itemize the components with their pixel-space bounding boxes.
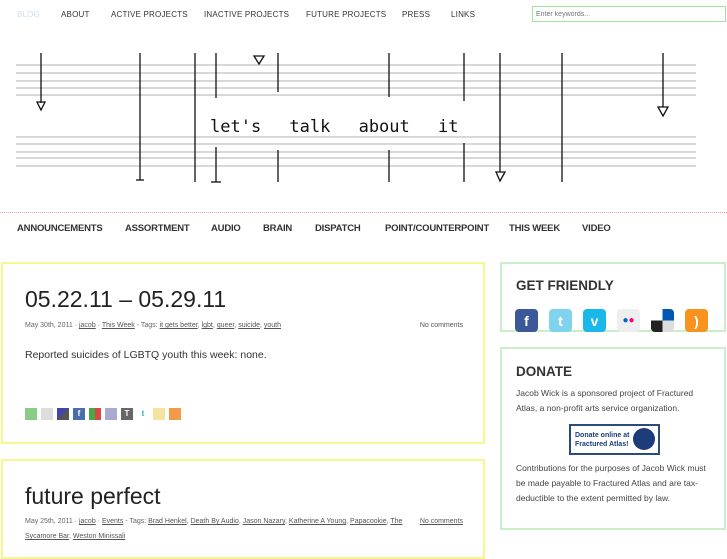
delicious-icon[interactable] <box>57 408 69 420</box>
divider <box>0 212 727 213</box>
comments-link[interactable]: No comments <box>420 322 463 329</box>
tag-link[interactable]: queer <box>217 322 235 329</box>
tags-label: Tags: <box>140 322 158 329</box>
post-body: Reported suicides of LGBTQ youth this we… <box>25 349 267 361</box>
twitter-icon[interactable]: t <box>549 309 572 332</box>
nav-about[interactable]: ABOUT <box>61 10 90 19</box>
fractured-atlas-logo <box>633 428 655 450</box>
nav-press[interactable]: PRESS <box>402 10 430 19</box>
tumblr-icon[interactable]: T <box>121 408 133 420</box>
facebook-icon[interactable]: f <box>515 309 538 332</box>
category-video[interactable]: VIDEO <box>582 223 611 234</box>
post-date: May 30th, 2011 <box>25 322 73 329</box>
rss-icon[interactable] <box>169 408 181 420</box>
category-audio[interactable]: AUDIO <box>211 223 241 234</box>
donate-button-line1: Donate online at <box>575 431 630 439</box>
vimeo-icon[interactable]: v <box>583 309 606 332</box>
author-link[interactable]: jacob <box>79 518 96 525</box>
post: future perfect May 25th, 2011 · jacob · … <box>1 459 485 559</box>
facebook-icon[interactable]: f <box>73 408 85 420</box>
category-announcements[interactable]: ANNOUNCEMENTS <box>17 223 103 234</box>
flickr-icon[interactable]: ● ● <box>617 309 640 332</box>
banner-text: let's talk about it <box>210 117 458 137</box>
tag-link[interactable]: Weston Minissali <box>73 533 125 540</box>
google-icon[interactable] <box>89 408 101 420</box>
donate-widget: DONATE Jacob Wick is a sponsored project… <box>500 347 726 530</box>
nav-links[interactable]: LINKS <box>451 10 475 19</box>
post: 05.22.11 – 05.29.11 May 30th, 2011 · jac… <box>1 262 485 444</box>
tag-link[interactable]: Papacookie <box>350 518 387 525</box>
donate-button[interactable]: Donate online at Fractured Atlas! <box>569 424 660 455</box>
header-banner[interactable]: let's talk about it <box>0 45 727 190</box>
category-point-counterpoint[interactable]: POINT/COUNTERPOINT <box>385 223 489 234</box>
category-assortment[interactable]: ASSORTMENT <box>125 223 190 234</box>
get-friendly-widget: GET FRIENDLY f t v ● ● ) <box>500 262 726 332</box>
tag-link[interactable]: Jason Nazary <box>243 518 285 525</box>
tag-link[interactable]: Death By Audio <box>191 518 239 525</box>
tag-link[interactable]: Brad Henkel <box>148 518 187 525</box>
share-bar: f T t <box>25 408 181 420</box>
tag-link[interactable]: it gets better <box>160 322 198 329</box>
donate-terms: Contributions for the purposes of Jacob … <box>516 463 706 503</box>
post-date: May 25th, 2011 <box>25 518 73 525</box>
tag-link[interactable]: Katherine A Young <box>289 518 346 525</box>
donate-button-line2: Fractured Atlas! <box>575 440 629 448</box>
comments-link[interactable]: No comments <box>420 518 463 525</box>
author-link[interactable]: jacob <box>79 322 96 329</box>
delicious-icon[interactable] <box>651 309 674 332</box>
twitter-icon[interactable]: t <box>137 408 149 420</box>
tag-link[interactable]: lgbt <box>202 322 213 329</box>
search-input[interactable] <box>532 6 726 22</box>
post-title[interactable]: future perfect <box>25 483 161 510</box>
category-link[interactable]: Events <box>102 518 123 525</box>
donate-description: Jacob Wick is a sponsored project of Fra… <box>516 388 694 413</box>
post-meta: May 25th, 2011 · jacob · Events - Tags: … <box>25 518 403 540</box>
nav-future-projects[interactable]: FUTURE PROJECTS <box>306 10 386 19</box>
tag-link[interactable]: suicide <box>238 322 260 329</box>
post-title[interactable]: 05.22.11 – 05.29.11 <box>25 286 226 313</box>
nav-inactive-projects[interactable]: INACTIVE PROJECTS <box>204 10 289 19</box>
tags-label: Tags: <box>129 518 147 525</box>
social-icons: f t v ● ● ) <box>515 309 708 332</box>
widget-title: GET FRIENDLY <box>516 278 614 293</box>
category-link[interactable]: This Week <box>102 322 135 329</box>
top-navigation: BLOG ABOUT ACTIVE PROJECTS INACTIVE PROJ… <box>0 0 727 30</box>
print-icon[interactable] <box>25 408 37 420</box>
widget-title: DONATE <box>516 364 572 379</box>
nav-active-projects[interactable]: ACTIVE PROJECTS <box>111 10 188 19</box>
email-icon[interactable] <box>105 408 117 420</box>
post-meta: May 30th, 2011 · jacob · This Week - Tag… <box>25 322 282 329</box>
category-brain[interactable]: BRAIN <box>263 223 292 234</box>
nav-blog[interactable]: BLOG <box>17 10 40 19</box>
rss-icon[interactable]: ) <box>685 309 708 332</box>
diigo-icon[interactable] <box>153 408 165 420</box>
tag-link[interactable]: youth <box>264 322 281 329</box>
digg-icon[interactable] <box>41 408 53 420</box>
category-dispatch[interactable]: DISPATCH <box>315 223 361 234</box>
category-this-week[interactable]: THIS WEEK <box>509 223 560 234</box>
